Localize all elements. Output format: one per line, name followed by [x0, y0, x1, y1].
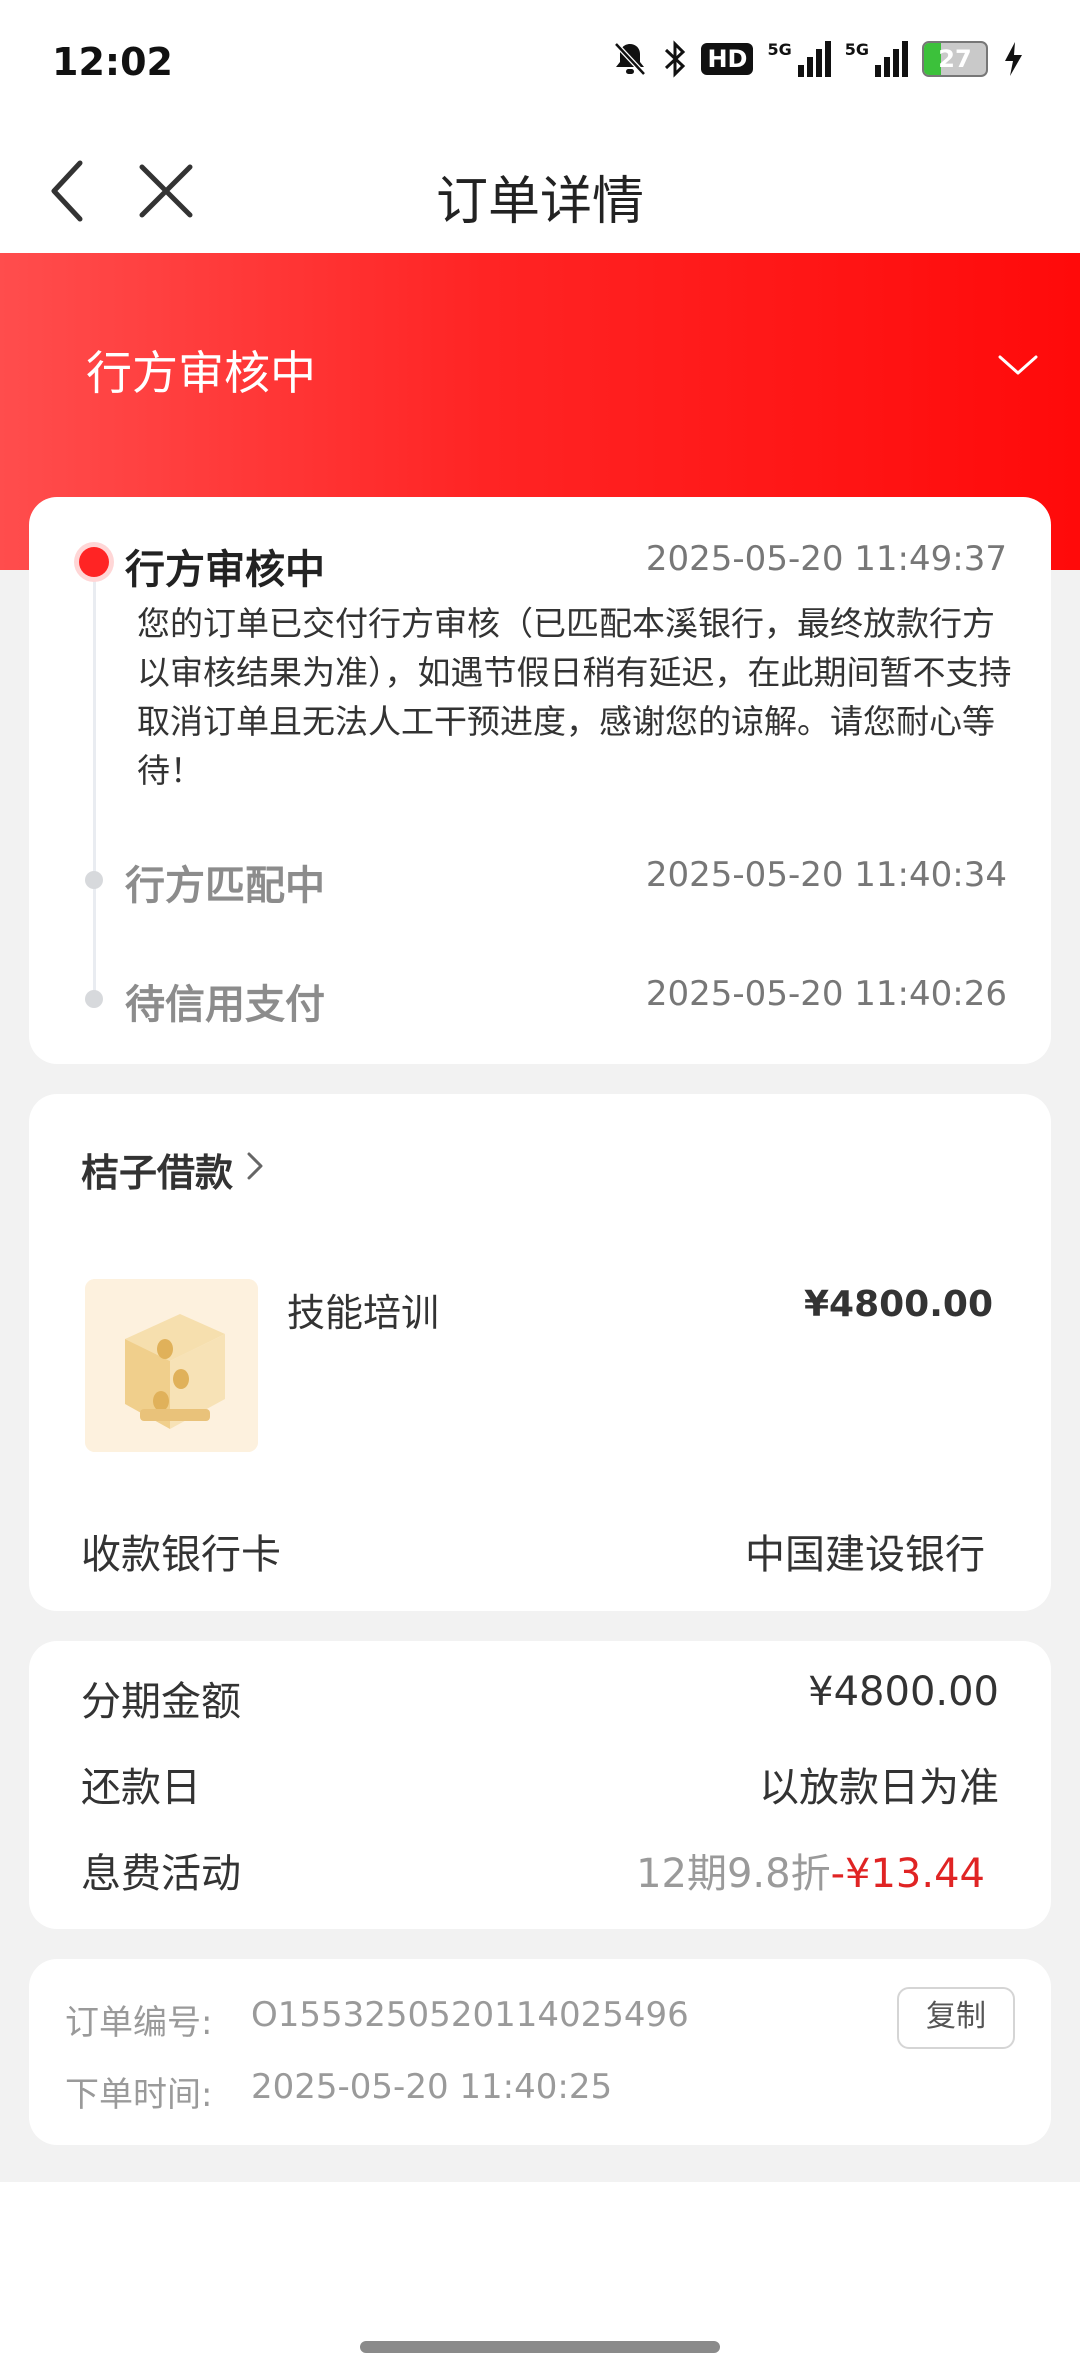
- timeline-step-title: 行方匹配中: [125, 863, 325, 909]
- copy-button[interactable]: 复制: [897, 1987, 1015, 2049]
- product-name: 技能培训: [287, 1291, 440, 1335]
- status-icons: HD 5G 5G 27: [611, 40, 1024, 78]
- timeline-step-time: 2025-05-20 11:40:34: [645, 855, 1007, 895]
- order-time-value: 2025-05-20 11:40:25: [251, 2067, 613, 2107]
- battery-icon: 27: [922, 41, 988, 77]
- signal-icon-2: [875, 41, 908, 77]
- installment-amount-label: 分期金额: [81, 1679, 241, 1725]
- merchant-name-link[interactable]: 桔子借款: [81, 1142, 233, 1197]
- promo-value: 12期9.8折-¥13.44: [636, 1841, 985, 1899]
- timeline-dot: [85, 990, 103, 1008]
- chevron-right-icon[interactable]: [244, 1150, 266, 1182]
- home-indicator[interactable]: [360, 2341, 720, 2353]
- repay-day-label: 还款日: [81, 1765, 201, 1811]
- coin-box-icon: [85, 1279, 258, 1452]
- progress-timeline-card: 行方审核中 2025-05-20 11:49:37 您的订单已交付行方审核（已匹…: [29, 497, 1051, 1064]
- promo-label: 息费活动: [81, 1851, 241, 1897]
- charging-icon: [1005, 42, 1022, 76]
- mute-bell-icon: [614, 42, 647, 76]
- bluetooth-icon: [665, 40, 686, 78]
- promo-discount: -¥13.44: [830, 1851, 985, 1897]
- order-time-label: 下单时间:: [65, 2075, 213, 2115]
- bank-card-label: 收款银行卡: [81, 1532, 281, 1578]
- product-thumbnail: [85, 1279, 258, 1452]
- timeline-line: [93, 557, 96, 997]
- order-info-card: 订单编号: O1553250520114025496 复制 下单时间: 2025…: [29, 1959, 1051, 2145]
- status-time: 12:02: [52, 40, 173, 84]
- order-number-value: O1553250520114025496: [251, 1995, 689, 2035]
- page-title: 订单详情: [435, 172, 644, 232]
- bank-card-value: 中国建设银行: [745, 1532, 985, 1578]
- network-type-2: 5G: [844, 40, 869, 59]
- battery-level: 27: [938, 45, 972, 73]
- signal-icon-1: [797, 41, 831, 77]
- installment-card: 分期金额 ¥4800.00 还款日 以放款日为准 息费活动 12期9.8折-¥1…: [29, 1641, 1051, 1929]
- installment-amount-value: ¥4800.00: [808, 1669, 999, 1715]
- product-price: ¥4800.00: [803, 1284, 993, 1325]
- timeline-step-time: 2025-05-20 11:40:26: [645, 974, 1007, 1014]
- order-number-label: 订单编号:: [65, 2003, 213, 2043]
- nav-bar: 订单详情: [0, 125, 1080, 253]
- repay-day-value: 以放款日为准: [759, 1765, 999, 1811]
- timeline-dot: [85, 871, 103, 889]
- timeline-step-description: 您的订单已交付行方审核（已匹配本溪银行，最终放款行方以审核结果为准），如遇节假日…: [137, 604, 1012, 790]
- timeline-dot-active: [79, 547, 109, 577]
- hero-status-title: 行方审核中: [86, 346, 316, 400]
- chevron-down-icon[interactable]: [996, 351, 1040, 381]
- timeline-step-time: 2025-05-20 11:49:37: [645, 539, 1007, 579]
- hd-badge: HD: [701, 43, 754, 75]
- status-bar: 12:02 HD 5G 5G 27: [0, 0, 1080, 125]
- merchant-card: 桔子借款 技能培训 ¥4800.00 收款银行卡 中国建设银行: [29, 1094, 1051, 1611]
- timeline-step-title: 待信用支付: [125, 982, 325, 1028]
- network-type-1: 5G: [767, 40, 792, 59]
- timeline-step-title: 行方审核中: [125, 547, 325, 593]
- promo-text: 12期9.8折: [636, 1851, 831, 1897]
